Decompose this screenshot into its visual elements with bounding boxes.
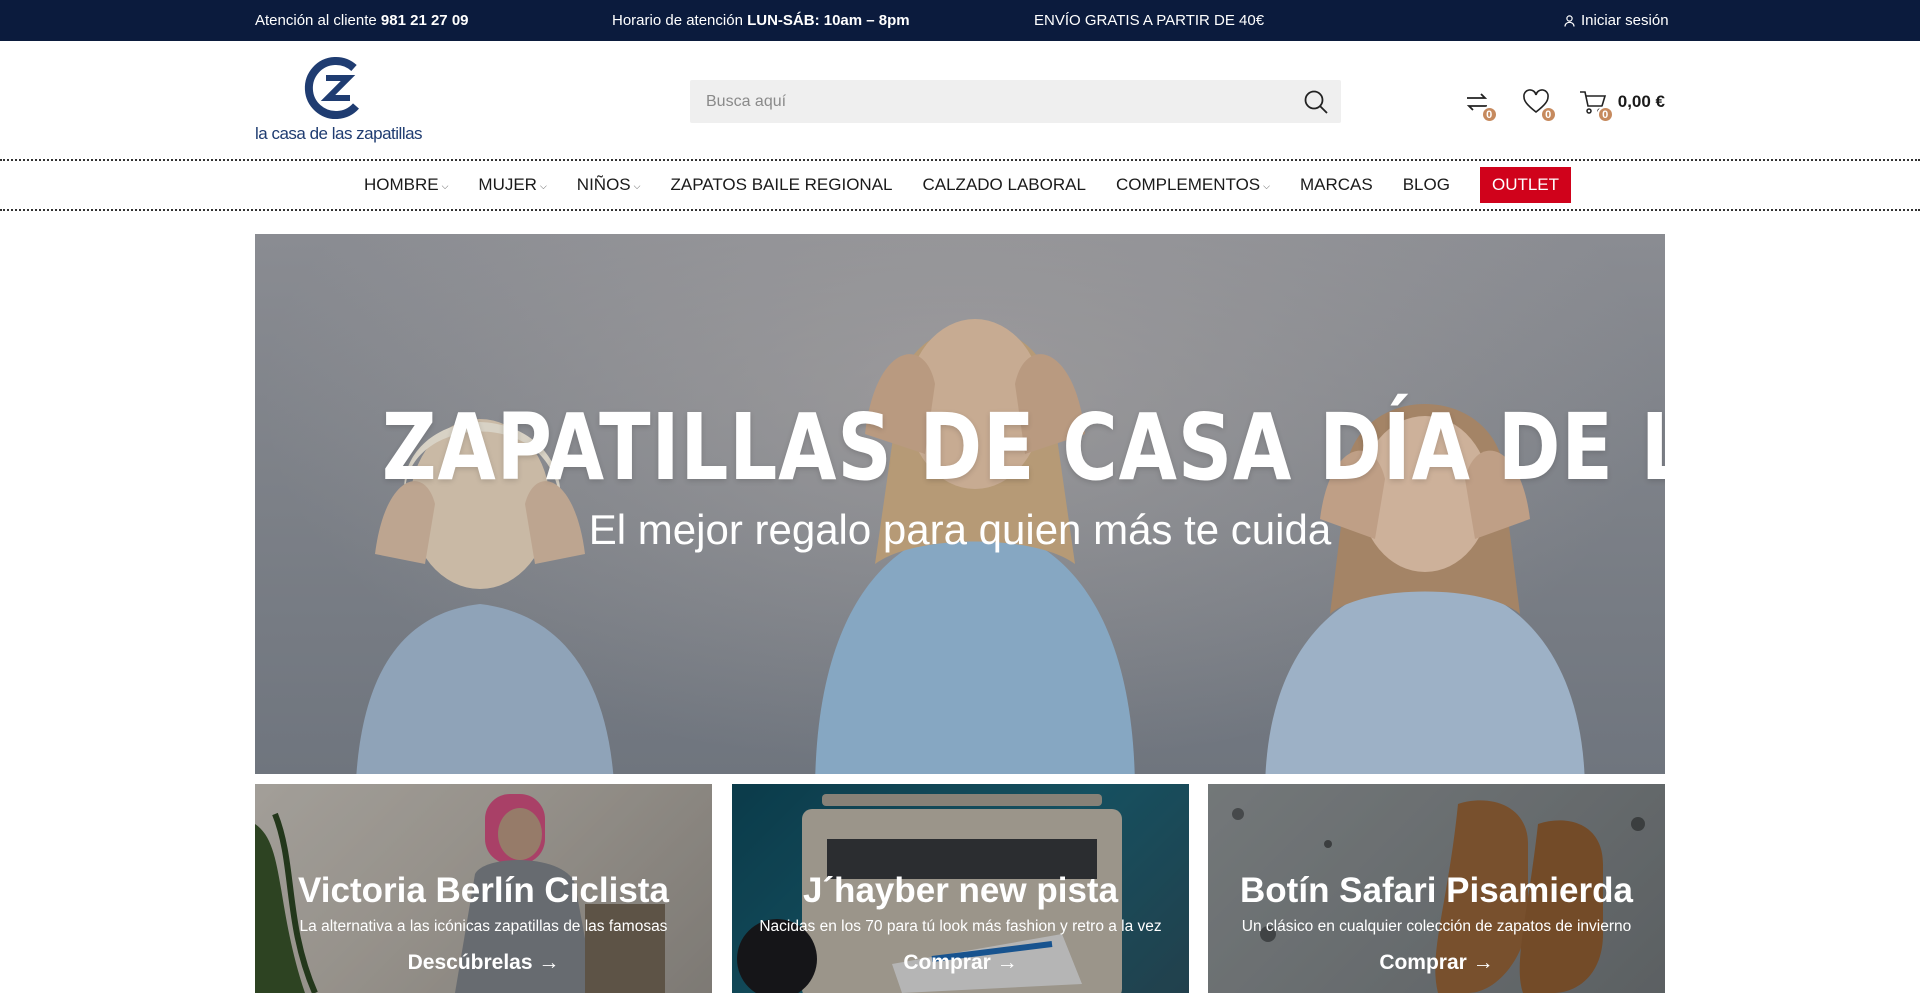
- nav-item-calzado-laboral[interactable]: CALZADO LABORAL: [907, 167, 1100, 203]
- promo-cards: Victoria Berlín Ciclista La alternativa …: [255, 784, 1665, 993]
- login-label: Iniciar sesión: [1581, 12, 1669, 29]
- phone-prefix: Atención al cliente: [255, 12, 377, 29]
- logo-mark-icon: [304, 57, 359, 119]
- phone-number[interactable]: 981 21 27 09: [381, 12, 469, 29]
- promo-card-title: Botín Safari Pisamierda: [1240, 871, 1633, 910]
- nav-item-zapatos-baile-regional[interactable]: ZAPATOS BAILE REGIONAL: [655, 167, 907, 203]
- shipping-text: ENVÍO GRATIS A PARTIR DE 40€: [1034, 12, 1265, 29]
- wishlist-count-badge: 0: [1539, 106, 1557, 123]
- chevron-down-icon: ⌵: [441, 181, 449, 191]
- nav-item-hombre[interactable]: HOMBRE ⌵: [349, 167, 463, 203]
- customer-service-phone[interactable]: Atención al cliente 981 21 27 09: [255, 0, 469, 41]
- user-icon: [1564, 14, 1575, 27]
- promo-card-title: J´hayber new pista: [802, 871, 1119, 910]
- nav-item-outlet[interactable]: OUTLET: [1479, 167, 1572, 203]
- promo-card-title: Victoria Berlín Ciclista: [298, 871, 669, 910]
- search-input[interactable]: [690, 80, 1291, 123]
- nav-label: OUTLET: [1491, 175, 1560, 194]
- site-header: la casa de las zapatillas 0 0 0 0,00 €: [0, 41, 1920, 161]
- promo-card-subtitle: Nacidas en los 70 para tú look más fashi…: [759, 918, 1162, 935]
- search-icon: [1304, 90, 1328, 114]
- promo-card-subtitle: La alternativa a las icónicas zapatillas…: [299, 918, 668, 935]
- logo-text: la casa de las zapatillas: [255, 124, 423, 143]
- compare-count-badge: 0: [1480, 106, 1498, 123]
- hours-value: LUN-SÁB: 10am – 8pm: [747, 12, 910, 29]
- promo-card-jhayber[interactable]: J´hayber new pista Nacidas en los 70 par…: [732, 784, 1189, 993]
- hours-prefix: Horario de atención: [612, 12, 743, 29]
- hero-banner[interactable]: ZAPATILLAS DE CASA DÍA DE LA MADRE El me…: [255, 234, 1665, 774]
- hero-title: ZAPATILLAS DE CASA DÍA DE LA MADRE: [381, 394, 1665, 501]
- site-logo[interactable]: la casa de las zapatillas: [255, 56, 423, 156]
- header-actions: 0 0 0 0,00 €: [1460, 85, 1665, 123]
- chevron-down-icon: ⌵: [633, 181, 641, 191]
- nav-label: CALZADO LABORAL: [922, 175, 1086, 194]
- cart-count-badge: 0: [1596, 106, 1614, 123]
- nav-item-mujer[interactable]: MUJER ⌵: [463, 167, 561, 203]
- main-nav: HOMBRE ⌵ MUJER ⌵ NIÑOS ⌵ ZAPATOS BAILE REGI…: [0, 161, 1920, 211]
- top-bar: Atención al cliente 981 21 27 09 Horario…: [0, 0, 1920, 41]
- promo-card-subtitle: Un clásico en cualquier colección de zap…: [1241, 918, 1632, 935]
- hero-subtitle: El mejor regalo para quien más te cuida: [588, 506, 1332, 553]
- promo-card-cta[interactable]: Comprar →: [1208, 951, 1665, 975]
- nav-item-marcas[interactable]: MARCAS: [1285, 167, 1388, 203]
- nav-item-ninos[interactable]: NIÑOS ⌵: [562, 167, 656, 203]
- nav-label: ZAPATOS BAILE REGIONAL: [670, 175, 893, 194]
- cart-total[interactable]: 0,00 €: [1618, 92, 1665, 112]
- search-button[interactable]: [1291, 80, 1341, 123]
- chevron-down-icon: ⌵: [1263, 181, 1270, 191]
- nav-label: HOMBRE: [363, 175, 439, 194]
- nav-item-complementos[interactable]: COMPLEMENTOS ⌵: [1101, 167, 1285, 203]
- hero-person-mother: [815, 319, 1135, 774]
- login-link[interactable]: Iniciar sesión: [1564, 0, 1669, 41]
- search-bar: [690, 80, 1341, 123]
- promo-card-botin-safari[interactable]: Botín Safari Pisamierda Un clásico en cu…: [1208, 784, 1665, 993]
- nav-label: BLOG: [1402, 175, 1450, 194]
- nav-label: MUJER: [478, 175, 537, 194]
- promo-card-victoria[interactable]: Victoria Berlín Ciclista La alternativa …: [255, 784, 712, 993]
- nav-label: NIÑOS: [576, 175, 631, 194]
- opening-hours: Horario de atención LUN-SÁB: 10am – 8pm: [612, 0, 910, 41]
- wishlist-button[interactable]: 0: [1519, 85, 1557, 123]
- free-shipping-notice: ENVÍO GRATIS A PARTIR DE 40€: [1034, 0, 1264, 41]
- promo-card-cta[interactable]: Comprar →: [732, 951, 1189, 975]
- compare-button[interactable]: 0: [1460, 85, 1498, 123]
- cart-button[interactable]: 0: [1576, 85, 1614, 123]
- nav-label: MARCAS: [1299, 175, 1373, 194]
- chevron-down-icon: ⌵: [539, 181, 547, 191]
- promo-card-cta[interactable]: Descúbrelas →: [255, 951, 712, 975]
- nav-label: COMPLEMENTOS: [1115, 175, 1261, 194]
- nav-item-blog[interactable]: BLOG: [1388, 167, 1465, 203]
